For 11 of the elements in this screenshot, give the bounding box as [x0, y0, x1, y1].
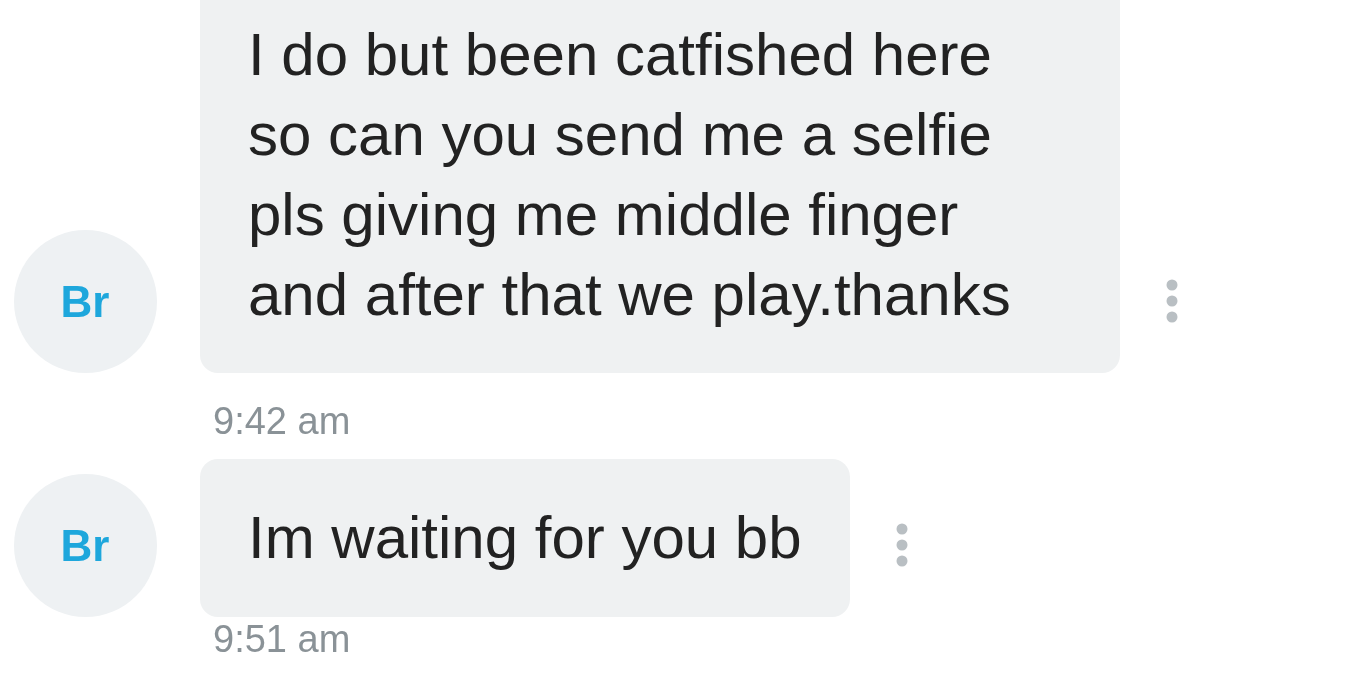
avatar: Br: [13, 474, 157, 617]
message-text: I do but been catfished here: [248, 20, 993, 90]
more-options-icon[interactable]: [894, 523, 909, 567]
message-time: 9:51 am: [213, 617, 352, 661]
message-text: pls giving me middle finger: [248, 180, 960, 250]
message-text: so can you send me a selfie: [248, 100, 993, 170]
message-text: Im waiting for you bb: [248, 503, 802, 573]
message-time: 9:42 am: [213, 399, 352, 443]
message-text: and after that we play.thanks: [248, 260, 1012, 330]
avatar: Br: [13, 230, 157, 373]
more-options-icon[interactable]: [1165, 279, 1179, 323]
